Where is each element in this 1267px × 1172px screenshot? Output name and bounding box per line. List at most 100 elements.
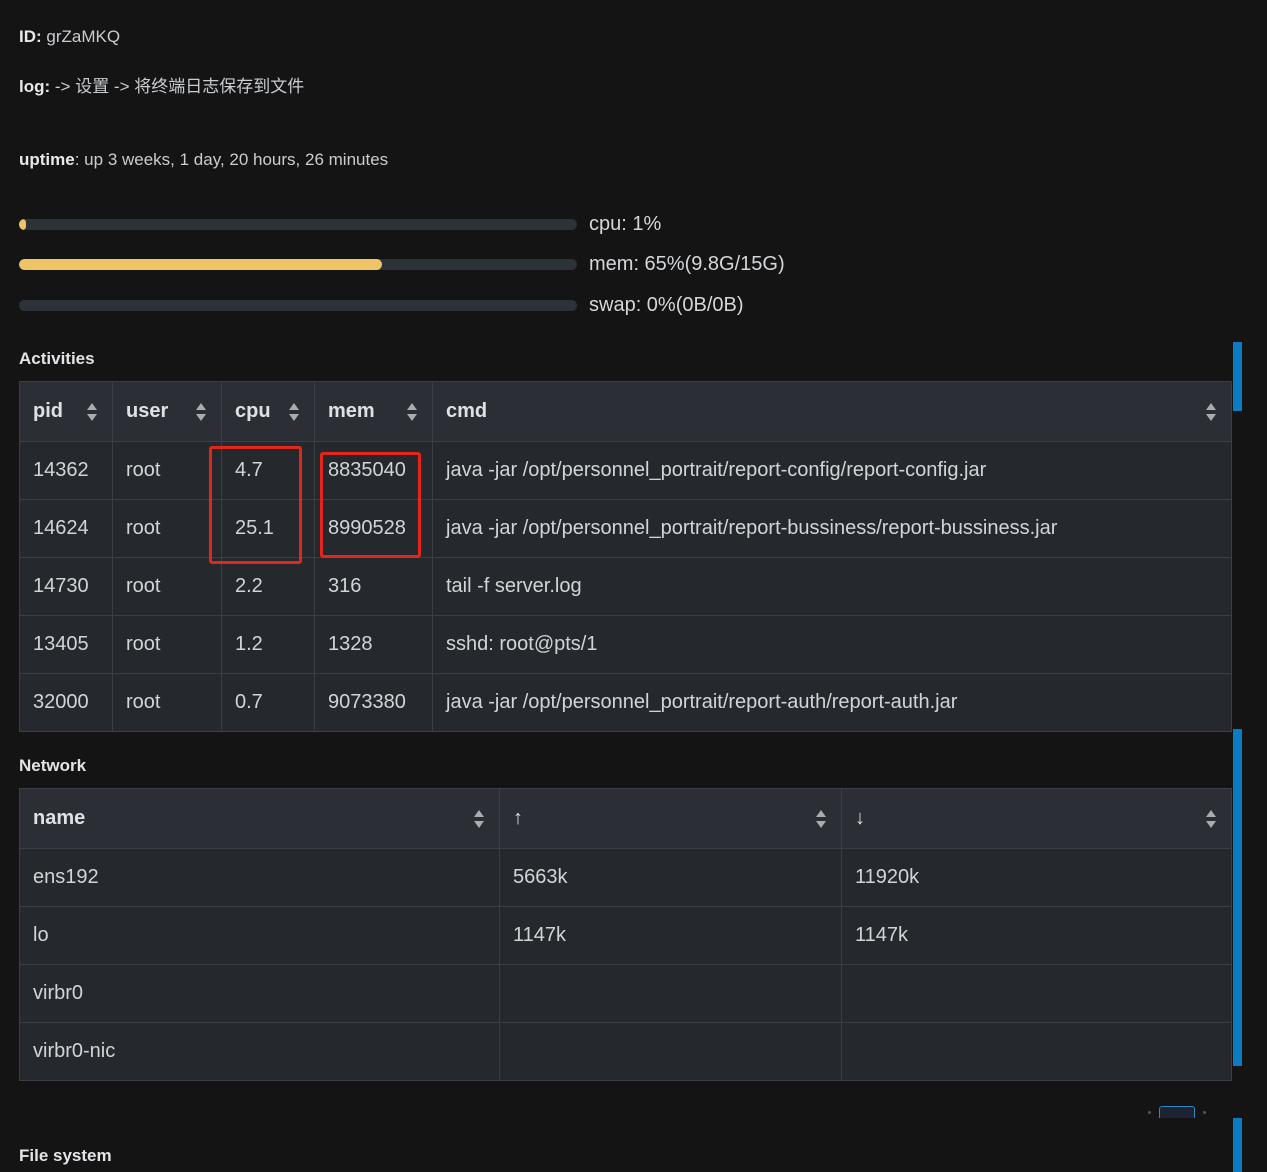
uptime-key: uptime	[19, 150, 75, 169]
pager-current-page[interactable]	[1159, 1106, 1195, 1118]
column-header-label: ↓	[855, 807, 865, 829]
column-header[interactable]: cpu	[221, 381, 315, 442]
table-cell: ens192	[19, 848, 500, 907]
column-header[interactable]: ↑	[499, 788, 842, 849]
column-header[interactable]: user	[112, 381, 222, 442]
table-cell: 8835040	[314, 441, 433, 500]
network-table: name ↑ ↓ ens192 5663k 11920k lo 1147k 1147k virb…	[19, 788, 1232, 1081]
table-cell: root	[112, 615, 222, 674]
column-header-label: name	[33, 807, 86, 829]
table-cell: 25.1	[221, 499, 315, 558]
swap-usage-label: swap: 0%(0B/0B)	[589, 293, 744, 316]
activities-header-row: pid user cpu mem cmd	[19, 381, 1232, 442]
sort-icon[interactable]	[473, 809, 485, 829]
network-header-row: name ↑ ↓	[19, 788, 1232, 849]
network-title: Network	[19, 756, 87, 775]
uptime-value: : up 3 weeks, 1 day, 20 hours, 26 minute…	[74, 150, 389, 169]
table-cell	[841, 964, 1232, 1023]
table-row: virbr0	[19, 964, 1232, 1023]
uptime-line: uptime: up 3 weeks, 1 day, 20 hours, 26 …	[19, 150, 388, 170]
pager-prev[interactable]	[1148, 1110, 1151, 1114]
id-value: grZaMKQ	[46, 27, 121, 46]
cpu-progress-bar	[19, 218, 577, 230]
swap-usage-row: swap: 0%(0B/0B)	[19, 290, 744, 320]
cpu-usage-row: cpu: 1%	[19, 209, 661, 239]
table-row: 13405 root 1.2 1328 sshd: root@pts/1	[19, 615, 1232, 674]
column-header[interactable]: cmd	[432, 381, 1232, 442]
sort-icon[interactable]	[815, 809, 827, 829]
log-value: -> 设置 -> 将终端日志保存到文件	[54, 77, 305, 96]
table-row: 14362 root 4.7 8835040 java -jar /opt/person…	[19, 441, 1232, 500]
table-cell: java -jar /opt/personnel_portrait/report…	[432, 441, 1232, 500]
sort-icon[interactable]	[288, 402, 300, 422]
column-header[interactable]: ↓	[841, 788, 1232, 849]
table-cell: 0.7	[221, 673, 315, 732]
column-header[interactable]: name	[19, 788, 500, 849]
table-cell: 2.2	[221, 557, 315, 616]
table-cell: 14362	[19, 441, 113, 500]
column-header-label: user	[126, 400, 169, 422]
table-cell: 316	[314, 557, 433, 616]
table-cell: 11920k	[841, 848, 1232, 907]
sort-icon[interactable]	[86, 402, 98, 422]
table-cell: 14624	[19, 499, 113, 558]
table-cell: root	[112, 673, 222, 732]
pager-next[interactable]	[1203, 1110, 1206, 1114]
table-cell: 1147k	[499, 906, 842, 965]
scroll-accent-bar	[1233, 1118, 1242, 1172]
table-cell	[499, 964, 842, 1023]
table-cell	[499, 1022, 842, 1081]
id-key: ID:	[19, 27, 42, 46]
mem-progress-bar	[19, 258, 577, 270]
filesystem-title: File system	[19, 1146, 112, 1165]
table-cell: 9073380	[314, 673, 433, 732]
log-key: log:	[19, 77, 51, 96]
table-cell: tail -f server.log	[432, 557, 1232, 616]
table-cell: lo	[19, 906, 500, 965]
table-row: lo 1147k 1147k	[19, 906, 1232, 965]
table-cell: virbr0-nic	[19, 1022, 500, 1081]
network-body: ens192 5663k 11920k lo 1147k 1147k virbr0 virbr…	[19, 848, 1232, 1081]
table-row: 14624 root 25.1 8990528 java -jar /opt/perso…	[19, 499, 1232, 558]
cpu-usage-label: cpu: 1%	[589, 212, 662, 235]
log-line: log: -> 设置 -> 将终端日志保存到文件	[19, 72, 304, 97]
table-cell: 8990528	[314, 499, 433, 558]
table-row: 32000 root 0.7 9073380 java -jar /opt/person…	[19, 673, 1232, 732]
table-cell: virbr0	[19, 964, 500, 1023]
column-header-label: ↑	[513, 807, 523, 829]
table-row: virbr0-nic	[19, 1022, 1232, 1081]
sort-icon[interactable]	[406, 402, 418, 422]
swap-progress-bar	[19, 299, 577, 311]
table-cell: 13405	[19, 615, 113, 674]
activities-body: 14362 root 4.7 8835040 java -jar /opt/person…	[19, 441, 1232, 732]
pagination	[1140, 1106, 1214, 1118]
sort-icon[interactable]	[1205, 809, 1217, 829]
table-cell: sshd: root@pts/1	[432, 615, 1232, 674]
mem-usage-row: mem: 65%(9.8G/15G)	[19, 249, 785, 279]
table-cell: root	[112, 499, 222, 558]
cpu-progress-fill	[19, 218, 26, 230]
sort-icon[interactable]	[195, 402, 207, 422]
column-header-label: pid	[33, 400, 63, 422]
id-line: ID: grZaMKQ	[19, 27, 120, 47]
scroll-accent-bar	[1233, 729, 1242, 1066]
table-row: 14730 root 2.2 316 tail -f server.log	[19, 557, 1232, 616]
table-cell: root	[112, 557, 222, 616]
scroll-accent-bar	[1233, 342, 1242, 411]
column-header-label: cmd	[446, 400, 488, 422]
sort-icon[interactable]	[1205, 402, 1217, 422]
table-cell	[841, 1022, 1232, 1081]
mem-progress-fill	[19, 258, 382, 270]
activities-table: pid user cpu mem cmd 14362 root 4.7 8835040 java…	[19, 381, 1232, 732]
column-header[interactable]: pid	[19, 381, 113, 442]
table-cell: 1328	[314, 615, 433, 674]
column-header-label: cpu	[235, 400, 271, 422]
table-cell: 1147k	[841, 906, 1232, 965]
table-cell: 5663k	[499, 848, 842, 907]
table-row: ens192 5663k 11920k	[19, 848, 1232, 907]
table-cell: java -jar /opt/personnel_portrait/report…	[432, 499, 1232, 558]
table-cell: 4.7	[221, 441, 315, 500]
column-header[interactable]: mem	[314, 381, 433, 442]
table-cell: java -jar /opt/personnel_portrait/report…	[432, 673, 1232, 732]
table-cell: 14730	[19, 557, 113, 616]
